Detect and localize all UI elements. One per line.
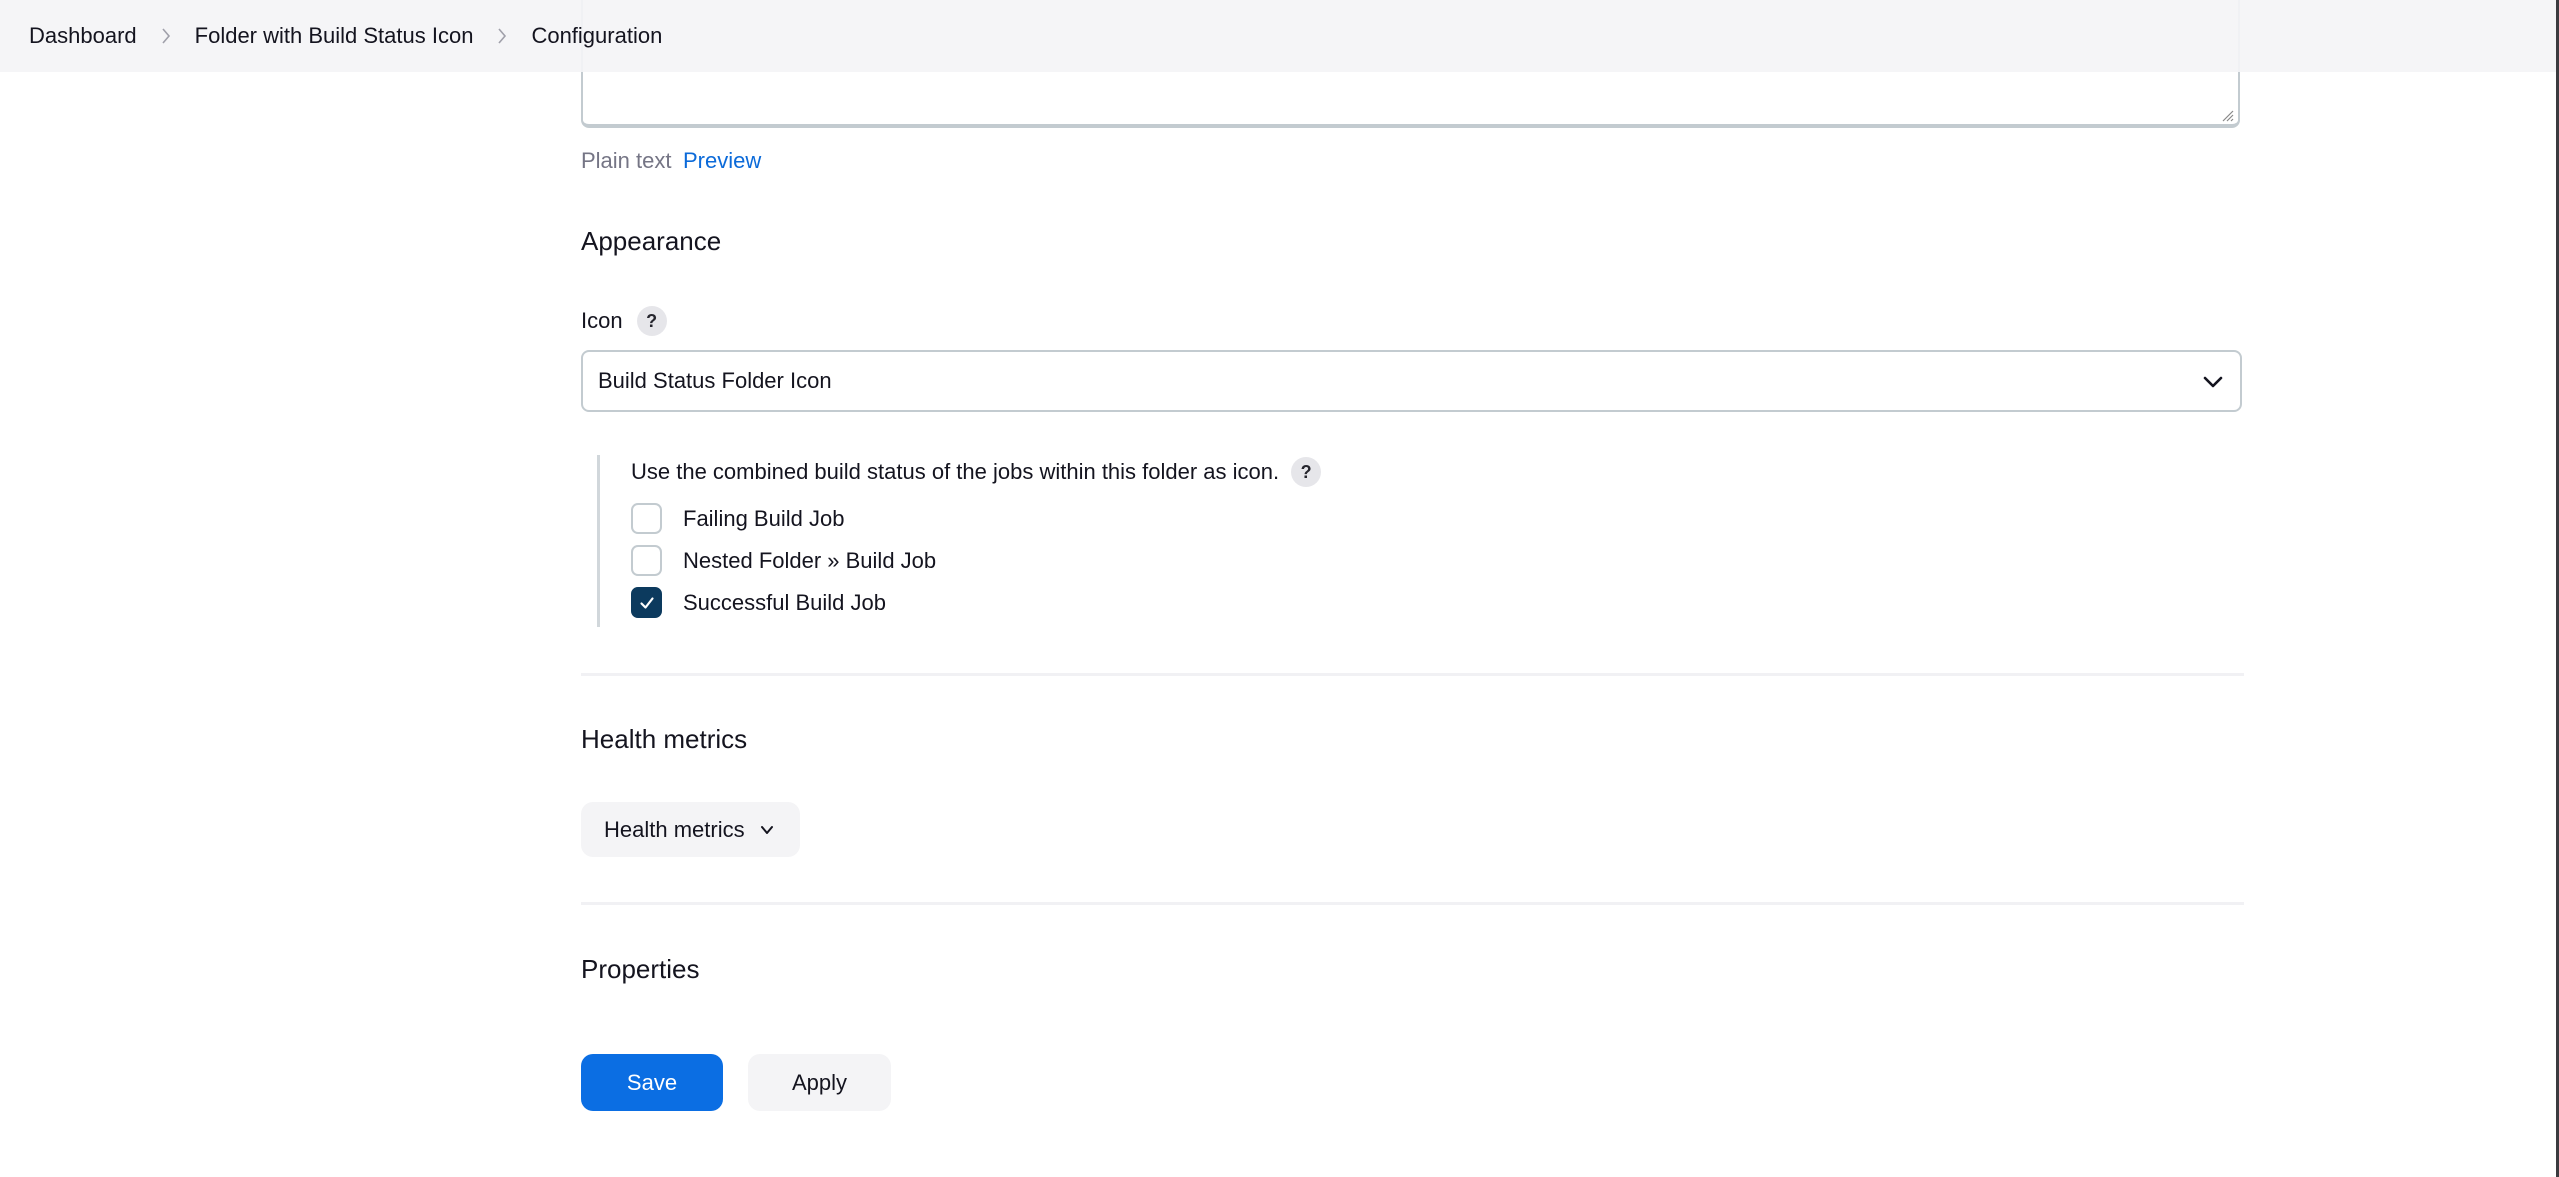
section-divider xyxy=(581,673,2244,676)
health-metrics-button[interactable]: Health metrics xyxy=(581,802,800,857)
health-metrics-button-label: Health metrics xyxy=(604,816,745,842)
apply-button[interactable]: Apply xyxy=(748,1054,891,1111)
icon-select[interactable]: Build Status Folder Icon xyxy=(581,350,2242,412)
build-status-description-row: Use the combined build status of the job… xyxy=(631,457,1322,487)
save-button[interactable]: Save xyxy=(581,1054,723,1111)
job-checkbox-label[interactable]: Failing Build Job xyxy=(683,506,844,532)
build-status-description: Use the combined build status of the job… xyxy=(631,459,1280,484)
job-checkbox-row[interactable]: Failing Build Job xyxy=(631,503,844,534)
preview-link[interactable]: Preview xyxy=(683,148,761,174)
chevron-down-icon xyxy=(760,825,773,834)
icon-field-label-row: Icon ? xyxy=(581,306,667,336)
chevron-right-icon xyxy=(149,27,183,45)
breadcrumb-item-configuration[interactable]: Configuration xyxy=(531,23,662,49)
resize-handle-icon[interactable] xyxy=(2220,108,2234,122)
help-icon[interactable]: ? xyxy=(636,306,667,336)
breadcrumb-item-dashboard[interactable]: Dashboard xyxy=(29,23,137,49)
icon-label: Icon xyxy=(581,308,623,333)
chevron-down-icon xyxy=(2203,376,2223,388)
help-icon[interactable]: ? xyxy=(1291,457,1322,487)
job-checkbox[interactable] xyxy=(631,545,662,576)
chevron-right-icon xyxy=(485,27,519,45)
section-divider xyxy=(581,902,2244,905)
job-checkbox[interactable] xyxy=(631,503,662,534)
job-checkbox[interactable] xyxy=(631,587,662,618)
health-metrics-heading: Health metrics xyxy=(581,724,748,754)
job-checkbox-label[interactable]: Successful Build Job xyxy=(683,590,886,616)
job-checkbox-row[interactable]: Nested Folder » Build Job xyxy=(631,545,936,576)
checkmark-icon xyxy=(639,596,654,609)
properties-heading: Properties xyxy=(581,954,700,984)
plain-text-label: Plain text xyxy=(581,148,672,173)
breadcrumb-item-folder[interactable]: Folder with Build Status Icon xyxy=(195,23,474,49)
appearance-heading: Appearance xyxy=(581,226,722,256)
job-checkbox-label[interactable]: Nested Folder » Build Job xyxy=(683,548,936,574)
build-status-options-border xyxy=(597,455,600,627)
job-checkbox-row[interactable]: Successful Build Job xyxy=(631,587,886,618)
icon-select-value: Build Status Folder Icon xyxy=(598,368,832,393)
breadcrumb: Dashboard Folder with Build Status Icon … xyxy=(0,0,2556,72)
